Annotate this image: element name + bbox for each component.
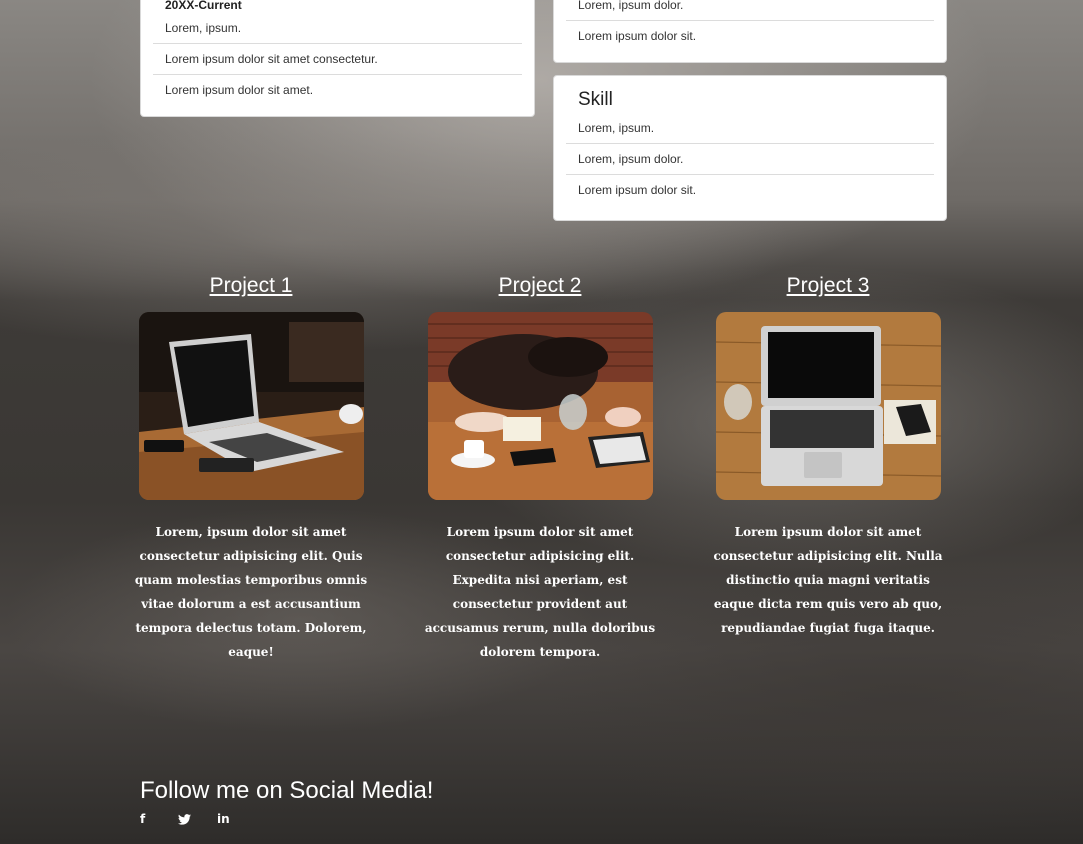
experience-list: Lorem, ipsum. Lorem ipsum dolor sit amet… [141,13,534,106]
experience-period: 20XX-Current [165,0,242,12]
project-2-image [427,312,653,500]
list-item: Lorem ipsum dolor sit. [578,29,697,43]
project-3-image [715,312,941,500]
project-2-link[interactable]: Project 2 [499,272,582,300]
twitter-icon[interactable] [178,814,191,825]
list-item: Lorem ipsum dolor sit. [578,183,697,197]
education-list: Lorem, ipsum dolor. Lorem ipsum dolor si… [554,0,946,52]
social-heading: Follow me on Social Media! [140,777,434,804]
project-3-description: Lorem ipsum dolor sit amet consectetur a… [713,525,943,635]
list-item: Lorem ipsum dolor sit amet. [165,83,314,97]
skill-card: Skill Lorem, ipsum. Lorem, ipsum dolor. … [553,75,947,221]
project-1-image [138,312,364,500]
experience-card: 20XX-Current Lorem, ipsum. Lorem ipsum d… [140,0,535,117]
list-item: Lorem, ipsum. [153,13,522,44]
project-1-description: Lorem, ipsum dolor sit amet consectetur … [134,525,368,659]
project-2-description: Lorem ipsum dolor sit amet consectetur a… [424,525,656,659]
education-card: Lorem, ipsum dolor. Lorem ipsum dolor si… [553,0,947,63]
list-item: Lorem ipsum dolor sit amet consectetur. [153,44,522,75]
skill-title: Skill [578,89,613,110]
list-item: Lorem, ipsum dolor. [566,0,934,21]
project-1-link[interactable]: Project 1 [210,272,293,300]
skill-list: Lorem, ipsum. Lorem, ipsum dolor. Lorem … [554,113,946,206]
list-item: Lorem, ipsum dolor. [566,144,934,175]
linkedin-icon[interactable]: in [217,812,230,826]
facebook-icon[interactable]: f [140,812,145,826]
project-2: Project 2 Lorem ipsum dolor sit amet con… [416,272,664,664]
project-3-link[interactable]: Project 3 [787,272,870,300]
project-1: Project 1 Lorem, ipsum dolor sit amet co… [127,272,375,664]
project-3: Project 3 Lorem ipsum dolor sit amet con… [704,272,952,640]
list-item: Lorem, ipsum. [566,113,934,144]
